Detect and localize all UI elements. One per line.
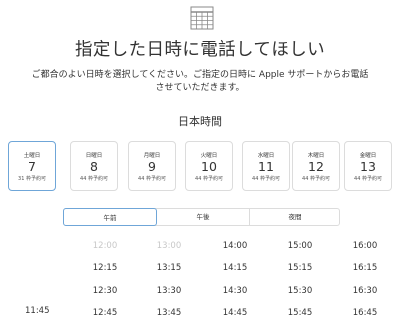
date-availability: 44 枠予約可	[80, 176, 108, 182]
date-day: 12	[308, 159, 324, 174]
time-slot[interactable]: 14:30	[215, 286, 255, 296]
date-availability: 44 枠予約可	[302, 176, 330, 182]
time-slot[interactable]: 13:15	[149, 263, 189, 273]
date-weekday: 火曜日	[200, 153, 218, 159]
time-slot[interactable]: 15:15	[280, 263, 320, 273]
date-weekday: 金曜日	[359, 153, 377, 159]
calendar-icon	[190, 6, 214, 30]
time-slot-extra[interactable]: 11:45	[25, 306, 50, 316]
timezone-label: 日本時間	[178, 115, 222, 128]
date-card[interactable]: 木曜日 12 44 枠予約可	[292, 141, 340, 191]
date-card[interactable]: 水曜日 11 44 枠予約可	[242, 141, 290, 191]
page-title: 指定した日時に電話してほしい	[74, 40, 326, 60]
date-availability: 44 枠予約可	[252, 176, 280, 182]
time-slot[interactable]: 14:00	[215, 241, 255, 251]
date-weekday: 木曜日	[307, 153, 325, 159]
date-availability: 31 枠予約可	[18, 176, 46, 182]
period-segmented-control: 午前 午後 夜間	[63, 208, 340, 226]
period-tab-evening[interactable]: 夜間	[250, 208, 340, 226]
date-card[interactable]: 月曜日 9 44 枠予約可	[128, 141, 176, 191]
date-availability: 44 枠予約可	[195, 176, 223, 182]
time-slot: 13:00	[156, 241, 182, 251]
time-slot[interactable]: 15:30	[280, 286, 320, 296]
date-card[interactable]: 土曜日 7 31 枠予約可	[8, 141, 56, 191]
time-slot[interactable]: 16:30	[345, 286, 385, 296]
time-slot[interactable]: 12:45	[85, 308, 125, 318]
date-day: 13	[360, 159, 376, 174]
time-slot[interactable]: 12:30	[85, 286, 125, 296]
date-day: 11	[258, 159, 274, 174]
time-slot[interactable]: 15:00	[280, 241, 320, 251]
date-card[interactable]: 日曜日 8 44 枠予約可	[70, 141, 118, 191]
time-slot[interactable]: 16:00	[345, 241, 385, 251]
date-availability: 44 枠予約可	[354, 176, 382, 182]
date-day: 7	[28, 159, 36, 174]
page-description: ご都合のよい日時を選択してください。ご指定の日時に Apple サポートからお電…	[31, 70, 369, 93]
time-slot[interactable]: 13:30	[149, 286, 189, 296]
date-selector: 土曜日 7 31 枠予約可 日曜日 8 44 枠予約可 月曜日 9 44 枠予約…	[8, 141, 400, 193]
date-weekday: 水曜日	[257, 153, 275, 159]
date-day: 8	[90, 159, 98, 174]
period-tab-morning[interactable]: 午前	[63, 208, 157, 226]
date-weekday: 月曜日	[143, 153, 161, 159]
time-slot[interactable]: 16:45	[345, 308, 385, 318]
date-card[interactable]: 金曜日 13 44 枠予約可	[344, 141, 392, 191]
date-day: 10	[201, 159, 217, 174]
time-slot[interactable]: 13:45	[149, 308, 189, 318]
time-slot[interactable]: 15:45	[280, 308, 320, 318]
date-weekday: 土曜日	[23, 153, 41, 159]
time-slot[interactable]: 14:15	[215, 263, 255, 273]
date-weekday: 日曜日	[85, 153, 103, 159]
time-slot[interactable]: 14:45	[215, 308, 255, 318]
date-availability: 44 枠予約可	[138, 176, 166, 182]
time-slot[interactable]: 16:15	[345, 263, 385, 273]
period-tab-afternoon[interactable]: 午後	[157, 208, 249, 226]
time-slot: 12:00	[92, 241, 118, 251]
date-day: 9	[148, 159, 156, 174]
date-card[interactable]: 火曜日 10 44 枠予約可	[185, 141, 233, 191]
time-slot[interactable]: 12:15	[85, 263, 125, 273]
